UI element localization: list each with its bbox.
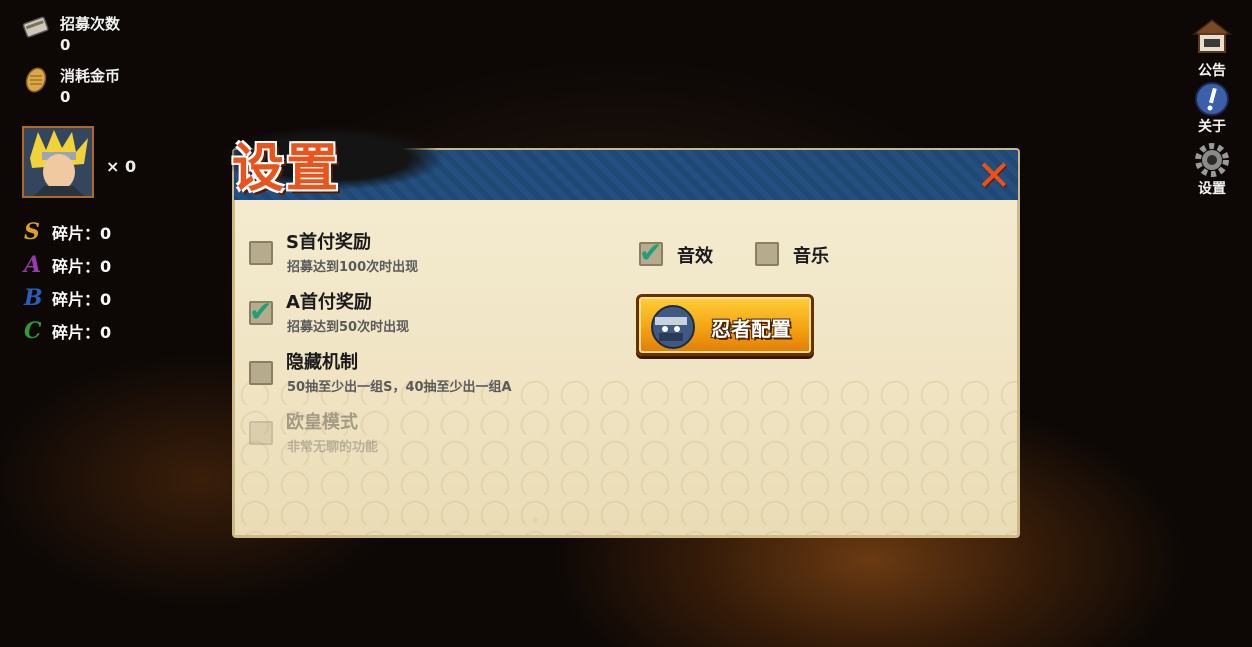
rank-c-icon: C <box>24 318 42 344</box>
fragment-a: A 碎片：0 <box>24 253 111 277</box>
dialog-title: 设置 <box>232 138 341 199</box>
hidden-mechanism-subtitle: 50抽至少出一组S，40抽至少出一组A <box>287 380 512 395</box>
s-first-pay-checkbox[interactable] <box>249 241 273 265</box>
a-first-pay-checkbox[interactable]: ✔ <box>249 295 273 328</box>
about-label: 关于 <box>1198 119 1226 135</box>
rank-s-icon: S <box>24 219 40 245</box>
lucky-mode-title: 欧皇模式 <box>286 412 358 433</box>
notice-button[interactable]: 公告 <box>1190 18 1234 80</box>
ninja-config-label: 忍者配置 <box>711 317 791 341</box>
ninja-face-icon <box>651 305 695 349</box>
settings-dialog: 设置 ✕ S首付奖励 招募达到100次时出现 ✔ A首付奖励 招募达到50次时出… <box>192 113 1020 538</box>
coin-spent-stat: 消耗金币 0 <box>22 66 120 108</box>
fragment-b-label: 碎片：0 <box>52 290 112 309</box>
coin-spent-label: 消耗金币 <box>60 67 121 85</box>
about-button[interactable]: 关于 <box>1190 80 1234 136</box>
fragment-s: S 碎片：0 <box>24 220 111 244</box>
check-icon: ✔ <box>639 236 663 269</box>
coin-icon <box>25 67 47 93</box>
recruit-count-stat: 招募次数 0 <box>22 14 120 56</box>
ninja-portrait[interactable] <box>22 126 94 198</box>
coin-spent-value: 0 <box>60 88 71 106</box>
lucky-mode-checkbox <box>249 421 273 445</box>
a-first-pay-subtitle: 招募达到50次时出现 <box>287 320 410 335</box>
check-icon: ✔ <box>249 295 273 328</box>
fragment-a-label: 碎片：0 <box>52 257 112 276</box>
sound-effects-checkbox[interactable]: ✔ <box>639 236 663 269</box>
fragment-c: C 碎片：0 <box>24 319 111 343</box>
recruit-count-label: 招募次数 <box>60 15 121 33</box>
notice-board-icon <box>1191 19 1233 53</box>
sound-effects-label: 音效 <box>677 246 713 267</box>
rank-a-icon: A <box>24 252 42 278</box>
hidden-mechanism-checkbox[interactable] <box>249 361 273 385</box>
lucky-mode-subtitle: 非常无聊的功能 <box>287 440 379 455</box>
scroll-icon <box>22 16 49 38</box>
recruit-count-value: 0 <box>60 36 71 54</box>
music-checkbox[interactable] <box>755 242 779 266</box>
fragment-b: B 碎片：0 <box>24 286 111 310</box>
a-first-pay-title: A首付奖励 <box>286 292 372 313</box>
close-icon[interactable]: ✕ <box>972 154 1016 198</box>
notice-label: 公告 <box>1198 63 1226 79</box>
settings-label: 设置 <box>1198 181 1226 197</box>
settings-button[interactable]: 设置 <box>1190 140 1234 198</box>
ninja-portrait-image <box>24 128 92 196</box>
fragment-c-label: 碎片：0 <box>52 323 112 342</box>
ninja-config-button[interactable]: 忍者配置 <box>636 294 814 356</box>
portrait-count: × 0 <box>106 157 137 176</box>
s-first-pay-title: S首付奖励 <box>286 232 371 253</box>
hidden-mechanism-title: 隐藏机制 <box>286 352 358 373</box>
rank-b-icon: B <box>24 285 43 311</box>
music-label: 音乐 <box>793 246 829 267</box>
s-first-pay-subtitle: 招募达到100次时出现 <box>287 260 419 275</box>
fragment-s-label: 碎片：0 <box>52 224 112 243</box>
info-icon <box>1195 82 1229 116</box>
gear-icon <box>1195 143 1229 177</box>
wave-pattern <box>235 375 1017 535</box>
